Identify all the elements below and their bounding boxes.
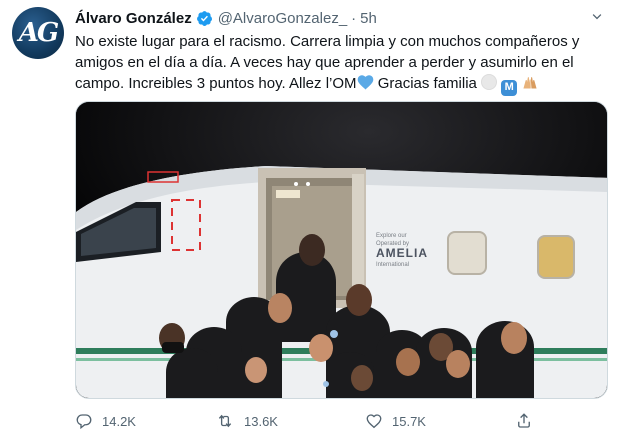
retweet-button[interactable]: 13.6K (215, 412, 278, 430)
avatar[interactable]: AG (12, 7, 64, 59)
separator-dot: · (351, 9, 357, 27)
plane-label-brand: AMELIA (376, 246, 428, 260)
white-circle-emoji-icon (481, 74, 498, 90)
tweet-text-line: amigos en el día a día. A veces hay que … (75, 54, 574, 71)
retweet-count: 13.6K (244, 413, 278, 429)
tweet-actions: 14.2K 13.6K 15.7K (75, 412, 615, 434)
reply-icon (76, 414, 92, 430)
tweet-text: No existe lugar para el racismo. Carrera… (75, 31, 610, 96)
tweet-header: Álvaro González @AlvaroGonzalez_ · 5h (75, 8, 377, 28)
blue-heart-emoji-icon (357, 74, 374, 96)
like-count: 15.7K (392, 413, 426, 429)
tweet-photo[interactable]: Explore our Operated by AMELIA Internati… (75, 101, 608, 399)
plane-label-sub: International (376, 262, 409, 268)
reply-button[interactable]: 14.2K (75, 412, 136, 430)
share-icon (518, 413, 530, 428)
author-name[interactable]: Álvaro González (75, 10, 192, 27)
author-handle[interactable]: @AlvaroGonzalez_ (218, 10, 347, 27)
reply-count: 14.2K (102, 413, 136, 429)
tweet-text-segment: Gracias familia (373, 75, 477, 92)
share-button[interactable] (515, 412, 542, 430)
chevron-down-icon[interactable] (588, 8, 606, 26)
tweet-text-line: No existe lugar para el racismo. Carrera… (75, 33, 580, 50)
avatar-initials: AG (18, 18, 59, 48)
raised-hands-emoji-icon (521, 74, 539, 96)
tweet-time[interactable]: 5h (360, 10, 377, 27)
tweet-text-line: campo. Increibles 3 puntos hoy. Allez l’… (75, 73, 610, 96)
tweet-text-segment: campo. Increibles 3 puntos hoy. Allez l’… (75, 75, 357, 92)
verified-badge-icon (196, 10, 213, 27)
svg-text:Explore our: Explore our (376, 233, 407, 239)
like-button[interactable]: 15.7K (365, 412, 426, 430)
m-emoji-icon: M (501, 79, 518, 96)
team-photo-image: Explore our Operated by AMELIA Internati… (76, 102, 607, 398)
like-icon (366, 414, 382, 429)
retweet-icon (218, 414, 232, 428)
